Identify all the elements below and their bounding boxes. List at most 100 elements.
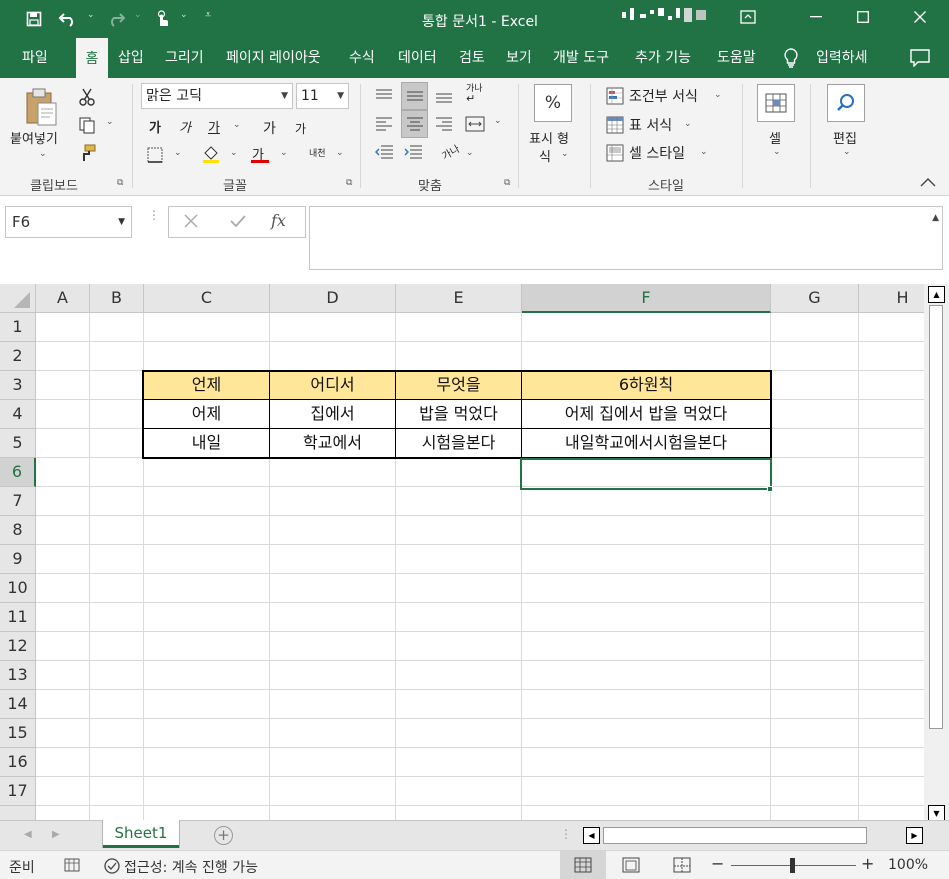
prev-sheet-icon[interactable]: ◀	[24, 829, 32, 840]
active-cell-f6[interactable]	[520, 458, 772, 490]
table-header-cell[interactable]: 6하원칙	[522, 371, 770, 400]
chevron-down-icon[interactable]: ▼	[118, 207, 125, 237]
redo-dropdown-icon[interactable]: ⌄	[134, 10, 142, 20]
scroll-up-icon[interactable]: ▲	[928, 286, 945, 303]
row-header-10[interactable]: 10	[0, 574, 36, 603]
fill-handle[interactable]	[767, 486, 773, 492]
search-icon[interactable]	[827, 84, 865, 122]
row-header-6[interactable]: 6	[0, 458, 36, 487]
row-header-1[interactable]: 1	[0, 313, 36, 342]
tab-review[interactable]: 검토	[459, 38, 485, 78]
normal-view-icon[interactable]	[560, 851, 606, 879]
phonetic-dropdown-icon[interactable]: ⌄	[336, 148, 344, 158]
align-bottom-icon[interactable]	[432, 84, 456, 108]
chevron-down-icon[interactable]: ▼	[281, 84, 288, 108]
cells-button[interactable]: 셀	[769, 128, 781, 147]
align-middle-icon[interactable]	[401, 82, 428, 110]
font-name-combo[interactable]: 맑은 고딕 ▼	[141, 83, 293, 109]
vertical-scroll-thumb[interactable]	[929, 305, 943, 729]
column-header-f[interactable]: F	[522, 284, 771, 313]
zoom-slider-thumb[interactable]	[790, 858, 795, 873]
row-header-7[interactable]: 7	[0, 487, 36, 516]
scroll-right-icon[interactable]: ▶	[906, 827, 923, 844]
align-left-icon[interactable]	[372, 112, 396, 136]
insert-function-button[interactable]: fx	[271, 211, 286, 230]
ribbon-display-options-icon[interactable]	[725, 0, 771, 34]
touch-mode-icon[interactable]	[150, 7, 174, 31]
row-header-8[interactable]: 8	[0, 516, 36, 545]
grow-font-button[interactable]: 가	[263, 118, 276, 138]
table-cell[interactable]: 밥을 먹었다	[396, 400, 521, 429]
column-header-c[interactable]: C	[144, 284, 270, 313]
number-format-button[interactable]: 표시 형	[529, 128, 569, 147]
table-header-cell[interactable]: 무엇을	[396, 371, 521, 400]
shrink-font-button[interactable]: 가	[295, 120, 306, 137]
align-top-icon[interactable]	[372, 84, 396, 108]
orientation-button[interactable]: 가나	[438, 140, 461, 163]
table-format-dropdown-icon[interactable]: ⌄	[684, 119, 692, 129]
table-cell[interactable]: 어제	[144, 400, 269, 429]
fill-color-dropdown-icon[interactable]: ⌄	[230, 148, 238, 158]
row-header-5[interactable]: 5	[0, 429, 36, 458]
chevron-down-icon[interactable]: ▼	[337, 84, 344, 108]
column-header-d[interactable]: D	[270, 284, 396, 313]
comments-icon[interactable]	[910, 38, 934, 78]
next-sheet-icon[interactable]: ▶	[52, 829, 60, 840]
merge-dropdown-icon[interactable]: ⌄	[494, 116, 502, 126]
tab-home[interactable]: 홈	[76, 38, 108, 78]
font-launcher-icon[interactable]: ⧉	[346, 178, 356, 188]
number-format-label-2[interactable]: 식	[539, 146, 551, 165]
row-header-16[interactable]: 16	[0, 748, 36, 777]
customize-qat-icon[interactable]: ⩡	[205, 8, 211, 22]
zoom-level[interactable]: 100%	[888, 857, 928, 873]
format-as-table-icon[interactable]	[605, 115, 625, 135]
conditional-formatting-button[interactable]: 조건부 서식	[629, 86, 698, 106]
borders-dropdown-icon[interactable]: ⌄	[174, 148, 182, 158]
number-format-icon[interactable]: %	[534, 84, 572, 122]
clipboard-launcher-icon[interactable]: ⧉	[117, 178, 127, 188]
row-header-2[interactable]: 2	[0, 342, 36, 371]
name-box[interactable]: F6 ▼	[5, 206, 132, 238]
row-header-12[interactable]: 12	[0, 632, 36, 661]
accessibility-status[interactable]: 접근성: 계속 진행 가능	[124, 857, 258, 877]
table-cell[interactable]: 시험을본다	[396, 429, 521, 458]
borders-icon[interactable]	[145, 145, 165, 165]
undo-dropdown-icon[interactable]: ⌄	[87, 10, 95, 20]
cut-icon[interactable]	[76, 86, 98, 108]
column-header-h[interactable]: H	[859, 284, 924, 313]
zoom-in-button[interactable]: +	[861, 854, 874, 873]
vertical-scrollbar[interactable]: ▲ ▼	[924, 284, 949, 824]
table-cell[interactable]: 내일	[144, 429, 269, 458]
row-header-14[interactable]: 14	[0, 690, 36, 719]
redo-icon[interactable]	[104, 7, 128, 31]
font-size-combo[interactable]: 11 ▼	[296, 83, 349, 109]
collapse-ribbon-icon[interactable]	[916, 174, 940, 190]
editing-button[interactable]: 편집	[833, 128, 857, 147]
italic-button[interactable]: 가	[179, 117, 191, 136]
cell-styles-button[interactable]: 셀 스타일	[629, 143, 685, 163]
formula-input[interactable]: ▲	[309, 206, 943, 270]
underline-button[interactable]: 가	[208, 117, 220, 136]
format-painter-icon[interactable]	[76, 142, 98, 164]
paste-dropdown-icon[interactable]: ⌄	[39, 149, 47, 159]
expand-formula-bar-icon[interactable]: ▲	[932, 213, 939, 223]
row-header-13[interactable]: 13	[0, 661, 36, 690]
scroll-left-icon[interactable]: ◀	[583, 827, 600, 844]
table-cell[interactable]: 어제 집에서 밥을 먹었다	[522, 400, 770, 429]
merge-center-icon[interactable]	[463, 112, 487, 136]
font-color-dropdown-icon[interactable]: ⌄	[280, 148, 288, 158]
row-header-15[interactable]: 15	[0, 719, 36, 748]
touch-dropdown-icon[interactable]: ⌄	[180, 10, 188, 20]
tab-page-layout[interactable]: 페이지 레이아웃	[226, 38, 321, 78]
row-header-3[interactable]: 3	[0, 371, 36, 400]
column-header-g[interactable]: G	[771, 284, 859, 313]
table-cell[interactable]: 집에서	[270, 400, 395, 429]
orientation-dropdown-icon[interactable]: ⌄	[466, 148, 474, 158]
editing-dropdown-icon[interactable]: ⌄	[843, 147, 851, 157]
column-header-a[interactable]: A	[36, 284, 90, 313]
horizontal-scroll-thumb[interactable]	[603, 827, 867, 844]
cell-styles-icon[interactable]	[605, 143, 625, 163]
copy-icon[interactable]	[76, 114, 98, 136]
align-right-icon[interactable]	[432, 112, 456, 136]
row-header-4[interactable]: 4	[0, 400, 36, 429]
